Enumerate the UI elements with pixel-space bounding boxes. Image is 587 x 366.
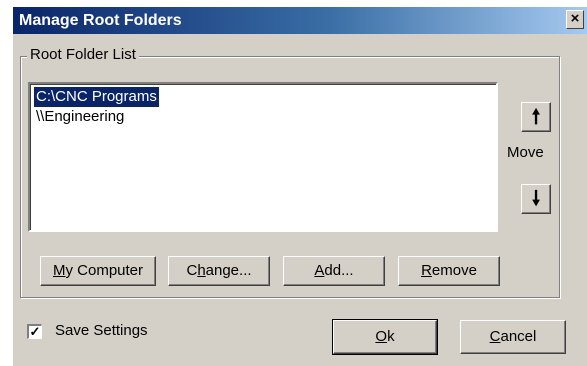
add-button[interactable]: Add...	[283, 256, 385, 286]
check-icon: ✓	[29, 324, 41, 339]
change-button[interactable]: Change...	[168, 256, 270, 286]
arrow-up-icon: 🠕	[531, 106, 541, 128]
ok-button[interactable]: Ok	[332, 319, 438, 355]
list-item[interactable]: C:\CNC Programs	[33, 86, 160, 108]
save-settings-label[interactable]: Save Settings	[55, 322, 148, 339]
group-legend: Root Folder List	[27, 46, 139, 63]
close-icon: ×	[570, 10, 580, 27]
remove-button[interactable]: Remove	[398, 256, 500, 286]
cancel-button[interactable]: Cancel	[460, 320, 566, 354]
my-computer-button[interactable]: My Computer	[40, 256, 156, 286]
move-label: Move	[507, 144, 544, 161]
root-folder-listbox[interactable]: C:\CNC Programs \\Engineering	[28, 82, 498, 232]
close-button[interactable]: ×	[566, 10, 584, 29]
save-settings-checkbox[interactable]: ✓	[27, 324, 42, 339]
window-title: Manage Root Folders	[19, 12, 182, 29]
list-item[interactable]: \\Engineering	[34, 107, 126, 127]
title-bar[interactable]: Manage Root Folders ×	[13, 7, 587, 34]
arrow-down-icon: 🠗	[531, 188, 541, 210]
move-up-button[interactable]: 🠕	[521, 102, 551, 132]
move-down-button[interactable]: 🠗	[521, 184, 551, 214]
